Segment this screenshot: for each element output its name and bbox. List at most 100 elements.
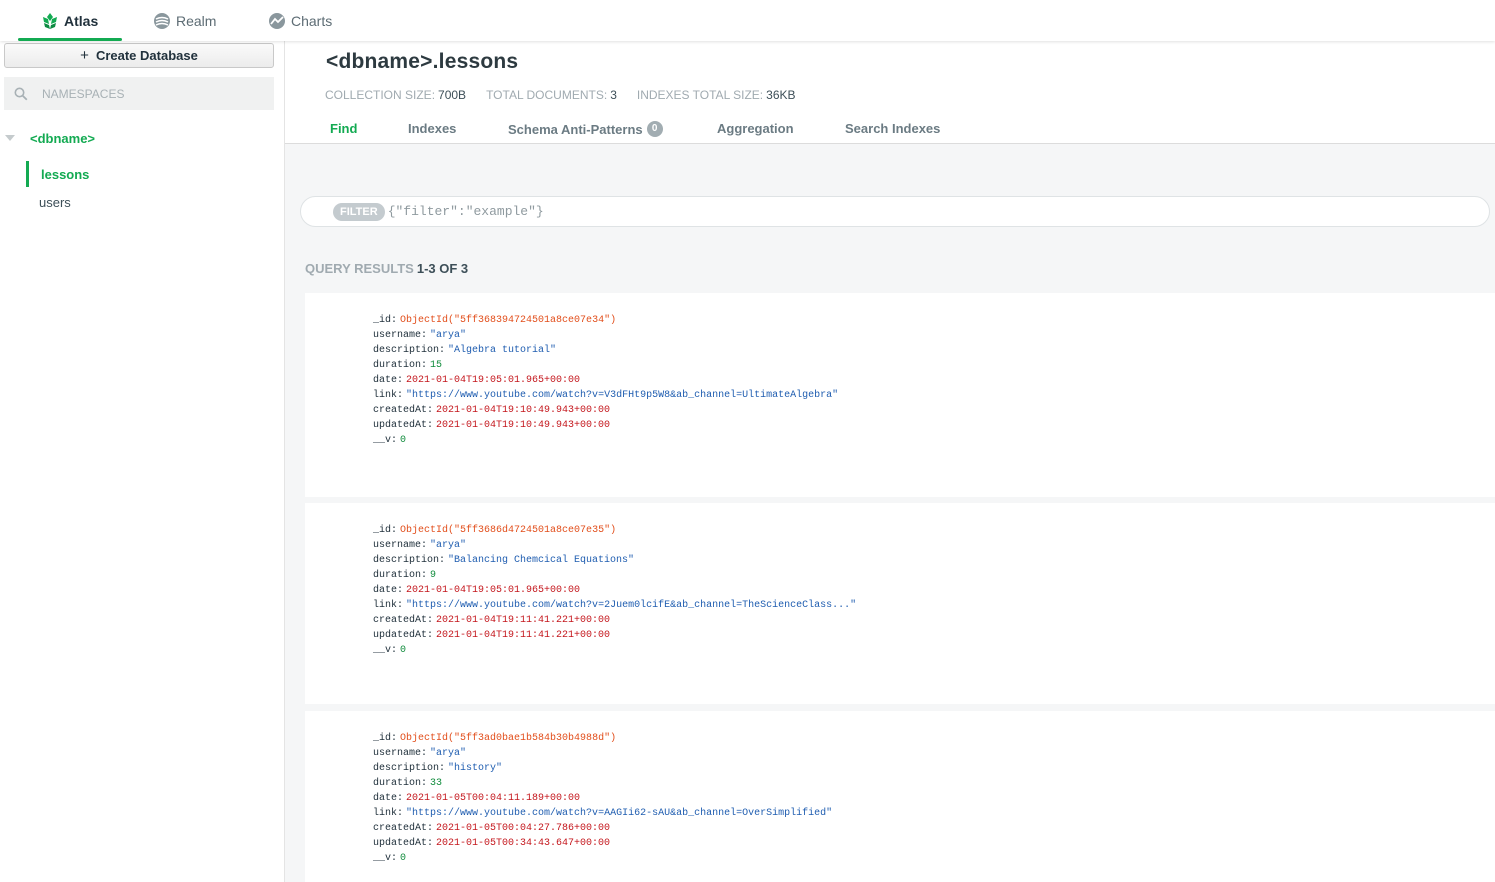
results-key: QUERY RESULTS [305, 261, 414, 276]
tab-atlas-label: Atlas [64, 12, 99, 29]
document-field: __v: 0 [373, 643, 856, 658]
namespace-sidebar: + Create Database <dbname> lessons users [0, 41, 285, 882]
field-separator: : [421, 330, 428, 341]
field-value: ObjectId("5ff368394724501a8ce07e34") [400, 315, 617, 326]
document-field: duration: 15 [373, 358, 838, 373]
field-value: "arya" [430, 540, 467, 551]
count-badge: 0 [646, 121, 663, 137]
filter-bar: FILTER [300, 196, 1490, 227]
namespace-search-input[interactable] [42, 86, 242, 101]
namespace-search [4, 77, 274, 110]
document-field: link: "https://www.youtube.com/watch?v=V3… [373, 388, 838, 403]
field-key: date [373, 375, 398, 386]
document-field: date: 2021-01-05T00:04:11.189+00:00 [373, 791, 832, 806]
document-field: createdAt: 2021-01-04T19:11:41.221+00:00 [373, 613, 856, 628]
field-value: 2021-01-05T00:04:27.786+00:00 [436, 823, 611, 834]
field-key: updatedAt [373, 420, 428, 431]
field-separator: : [391, 315, 398, 326]
document-field: link: "https://www.youtube.com/watch?v=2J… [373, 598, 856, 613]
tab-find[interactable]: Find [330, 121, 357, 136]
field-separator: : [427, 420, 434, 431]
tab-realm[interactable]: Realm [153, 0, 216, 41]
document-field: username: "arya" [373, 328, 838, 343]
field-separator: : [397, 375, 404, 386]
document-field: date: 2021-01-04T19:05:01.965+00:00 [373, 583, 856, 598]
document-field: __v: 0 [373, 433, 838, 448]
field-separator: : [427, 838, 434, 849]
field-value: 2021-01-04T19:05:01.965+00:00 [406, 375, 581, 386]
sidebar-item-users[interactable]: users [26, 189, 284, 215]
tab-charts-label: Charts [291, 12, 333, 29]
field-separator: : [439, 345, 446, 356]
collection-label: users [39, 194, 71, 210]
tab-label: Indexes [408, 121, 457, 136]
tab-atlas[interactable]: Atlas [17, 0, 123, 41]
field-value: "Balancing Chemcical Equations" [448, 555, 635, 566]
field-key: _id [373, 315, 392, 326]
atlas-leaf-icon [43, 12, 57, 29]
field-separator: : [421, 748, 428, 759]
field-key: duration [373, 778, 422, 789]
database-name: <dbname> [30, 130, 96, 146]
query-results-count: QUERY RESULTS 1-3 OF 3 [305, 261, 468, 276]
field-key: createdAt [373, 823, 428, 834]
document-field: duration: 9 [373, 568, 856, 583]
field-key: username [373, 540, 422, 551]
filter-input[interactable] [387, 204, 988, 219]
field-value: "Algebra tutorial" [448, 345, 557, 356]
field-key: description [373, 555, 440, 566]
tab-charts[interactable]: Charts [268, 0, 332, 41]
results-value: 1-3 OF 3 [416, 261, 469, 276]
stat-key: COLLECTION SIZE: [325, 88, 436, 102]
document-fields: _id: ObjectId("5ff3ad0bae1b584b30b4988d")… [373, 731, 832, 866]
field-separator: : [421, 360, 428, 371]
field-key: __v [373, 435, 392, 446]
field-separator: : [391, 645, 398, 656]
field-separator: : [439, 555, 446, 566]
field-key: date [373, 793, 398, 804]
field-value: 2021-01-05T00:34:43.647+00:00 [436, 838, 611, 849]
tab-realm-label: Realm [176, 12, 217, 29]
search-icon [14, 87, 28, 100]
tab-label: Search Indexes [845, 121, 941, 136]
top-nav: Atlas Realm Charts [0, 0, 1495, 41]
document-field: updatedAt: 2021-01-05T00:34:43.647+00:00 [373, 836, 832, 851]
sidebar-item-lessons[interactable]: lessons [26, 161, 284, 187]
document-card[interactable]: _id: ObjectId("5ff368394724501a8ce07e34")… [305, 293, 1495, 497]
tab-schema-anti-patterns[interactable]: Schema Anti-Patterns 0 [508, 121, 663, 137]
tab-search-indexes[interactable]: Search Indexes [845, 121, 940, 136]
document-field: description: "history" [373, 761, 832, 776]
document-field: username: "arya" [373, 746, 832, 761]
field-value: 0 [400, 853, 407, 864]
field-key: updatedAt [373, 838, 428, 849]
field-key: link [373, 390, 398, 401]
stat-collection-size: COLLECTION SIZE: 700B [325, 88, 466, 102]
tab-indexes[interactable]: Indexes [408, 121, 456, 136]
field-key: _id [373, 733, 392, 744]
filter-label: FILTER [333, 202, 385, 221]
database-item[interactable]: <dbname> [0, 127, 284, 149]
tab-aggregation[interactable]: Aggregation [717, 121, 794, 136]
document-field: _id: ObjectId("5ff368394724501a8ce07e34") [373, 313, 838, 328]
field-key: createdAt [373, 615, 428, 626]
document-field: createdAt: 2021-01-05T00:04:27.786+00:00 [373, 821, 832, 836]
field-key: _id [373, 525, 392, 536]
field-separator: : [391, 525, 398, 536]
create-database-button[interactable]: + Create Database [4, 43, 274, 68]
realm-icon [154, 12, 170, 29]
field-separator: : [397, 600, 404, 611]
document-field: description: "Balancing Chemcical Equatio… [373, 553, 856, 568]
field-key: link [373, 600, 398, 611]
field-key: createdAt [373, 405, 428, 416]
document-card[interactable]: _id: ObjectId("5ff3686d4724501a8ce07e35")… [305, 503, 1495, 704]
field-key: __v [373, 645, 392, 656]
field-key: duration [373, 570, 422, 581]
field-value: "https://www.youtube.com/watch?v=2Juem0l… [406, 600, 857, 611]
field-separator: : [427, 823, 434, 834]
caret-down-icon[interactable] [5, 135, 15, 141]
main-panel: <dbname>.lessons COLLECTION SIZE: 700B TO… [285, 41, 1495, 882]
field-key: duration [373, 360, 422, 371]
field-separator: : [391, 435, 398, 446]
document-field: description: "Algebra tutorial" [373, 343, 838, 358]
document-card[interactable]: _id: ObjectId("5ff3ad0bae1b584b30b4988d")… [305, 711, 1495, 882]
